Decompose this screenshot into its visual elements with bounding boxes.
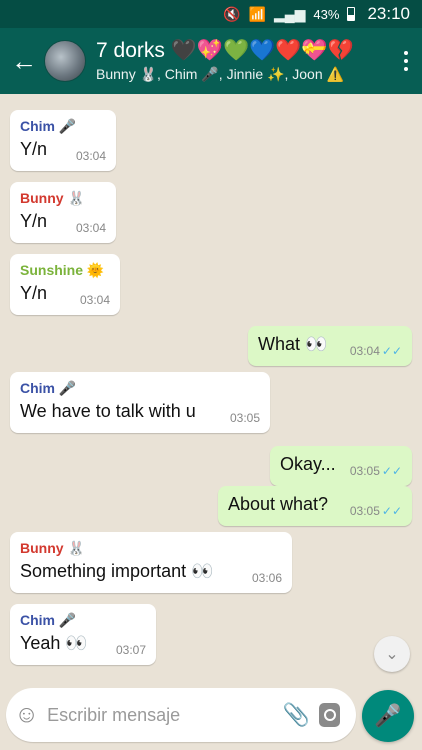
chat-title: 7 dorks 🖤💖💚💙❤️💝💔: [96, 39, 354, 62]
read-receipt-icon: ✓✓: [381, 464, 402, 478]
microphone-icon: 🎤: [374, 703, 402, 728]
message-bubble[interactable]: Bunny 🐰 Something important 👀 03:06: [10, 532, 292, 593]
clock: 23:10: [367, 4, 410, 23]
message-time: 03:05: [349, 504, 380, 518]
scroll-to-bottom-button[interactable]: ⌄: [374, 636, 410, 672]
message-sender: Chim 🎤: [20, 612, 77, 628]
message-list[interactable]: Chim 🎤 Y/n 03:04 Bunny 🐰 Y/n 03:04 Sunsh…: [0, 94, 422, 680]
compose-field-container: ☺ 📎: [6, 688, 356, 742]
message-text: About what?: [228, 494, 329, 514]
message-time: 03:07: [115, 643, 146, 657]
message-text: Y/n: [20, 139, 48, 159]
message-meta: 03:05 ✓✓: [350, 464, 402, 478]
message-sender: Chim 🎤: [20, 118, 77, 134]
message-bubble[interactable]: Sunshine 🌞 Y/n 03:04: [10, 254, 120, 315]
emoji-icon[interactable]: ☺: [6, 701, 47, 729]
chevron-double-down-icon: ⌄: [385, 646, 399, 663]
message-bubble[interactable]: Chim 🎤 Y/n 03:04: [10, 110, 116, 171]
message-text: What 👀: [258, 334, 328, 354]
message-bubble[interactable]: Bunny 🐰 Y/n 03:04: [10, 182, 116, 243]
message-text: Y/n: [20, 211, 48, 231]
message-text: Y/n: [20, 283, 48, 303]
message-text: Something important 👀: [20, 561, 214, 581]
chat-members: Bunny 🐰, Chim 🎤, Jinnie ✨, Joon ⚠️: [96, 66, 344, 82]
message-time: 03:04: [79, 293, 110, 307]
message-time: 03:05: [229, 411, 260, 425]
message-sender: Sunshine 🌞: [20, 262, 105, 278]
attach-icon[interactable]: 📎: [279, 702, 313, 728]
message-bubble[interactable]: Okay... 03:05 ✓✓: [270, 446, 412, 486]
chat-title-block[interactable]: 7 dorks 🖤💖💚💙❤️💝💔 Bunny 🐰, Chim 🎤, Jinnie…: [96, 39, 390, 83]
read-receipt-icon: ✓✓: [381, 504, 402, 518]
group-avatar[interactable]: [44, 40, 86, 82]
wifi-icon: 📶: [248, 5, 266, 22]
message-bubble[interactable]: What 👀 03:04 ✓✓: [248, 326, 412, 366]
message-bubble[interactable]: Chim 🎤 Yeah 👀 03:07: [10, 604, 156, 665]
mic-button[interactable]: 🎤: [362, 690, 414, 742]
chat-header: ← 7 dorks 🖤💖💚💙❤️💝💔 Bunny 🐰, Chim 🎤, Jinn…: [0, 28, 422, 94]
compose-bar: ☺ 📎 🎤: [0, 680, 422, 750]
message-meta: 03:05 ✓✓: [350, 504, 402, 518]
overflow-menu-icon[interactable]: [390, 51, 422, 71]
status-bar: 🔇 📶 ▂▄▆ 43% 23:10: [0, 0, 422, 28]
back-arrow-icon[interactable]: ←: [0, 46, 40, 77]
message-sender: Bunny 🐰: [20, 190, 85, 206]
message-sender: Bunny 🐰: [20, 540, 85, 556]
message-input[interactable]: [47, 704, 280, 726]
message-bubble[interactable]: About what? 03:05 ✓✓: [218, 486, 412, 526]
message-bubble[interactable]: Chim 🎤 We have to talk with u 03:05: [10, 372, 270, 433]
message-text: We have to talk with u: [20, 401, 196, 421]
message-time: 03:06: [251, 571, 282, 585]
message-sender: Chim 🎤: [20, 380, 77, 396]
message-time: 03:04: [349, 344, 380, 358]
battery-icon: [347, 7, 356, 21]
message-time: 03:04: [75, 221, 106, 235]
mute-icon: 🔇: [223, 5, 241, 22]
camera-icon[interactable]: [319, 703, 340, 727]
message-text: Okay...: [280, 454, 336, 474]
message-meta: 03:04 ✓✓: [350, 344, 402, 358]
signal-icon: ▂▄▆: [273, 5, 306, 22]
read-receipt-icon: ✓✓: [381, 344, 402, 358]
message-time: 03:04: [75, 149, 106, 163]
message-time: 03:05: [349, 464, 380, 478]
message-text: Yeah 👀: [20, 633, 88, 653]
battery-percent: 43%: [313, 6, 340, 22]
